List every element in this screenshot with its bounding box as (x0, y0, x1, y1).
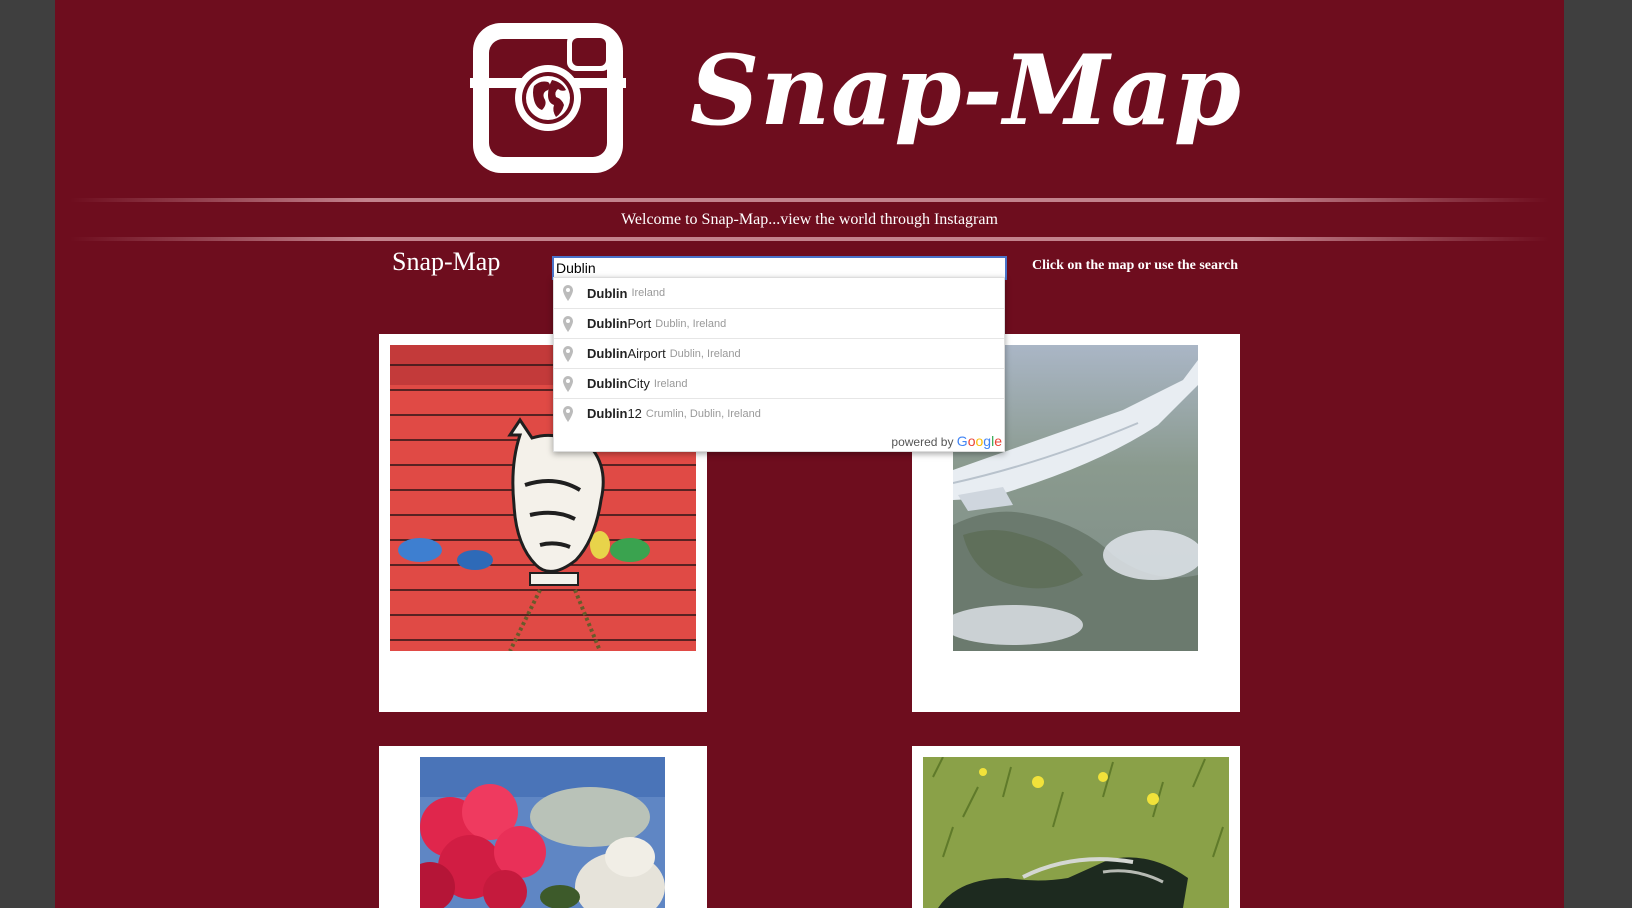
suggestion-item[interactable]: Dublin Airport Dublin, Ireland (554, 338, 1004, 368)
suggestion-item[interactable]: Dublin Ireland (554, 278, 1004, 308)
sunglasses-photo[interactable] (923, 757, 1229, 908)
suggestion-match: Dublin (587, 346, 628, 361)
google-logo: Google (956, 433, 1002, 449)
photo-card[interactable] (912, 746, 1240, 908)
autocomplete-dropdown: Dublin Ireland Dublin Port Dublin, Irela… (553, 277, 1005, 452)
location-pin-icon (563, 345, 573, 362)
suggestion-item[interactable]: Dublin City Ireland (554, 368, 1004, 398)
suggestion-match: Dublin (587, 406, 628, 421)
suggestion-match: Dublin (587, 285, 628, 301)
location-pin-icon (563, 375, 573, 392)
brand-title: Snap-Map (690, 34, 1242, 147)
suggestion-rest: Airport (627, 346, 666, 361)
search-hint: Click on the map or use the search (1032, 258, 1238, 273)
page-container: Snap-Map Welcome to Snap-Map...view the … (55, 0, 1564, 908)
suggestion-match: Dublin (587, 376, 628, 391)
suggestion-secondary: Crumlin, Dublin, Ireland (645, 407, 761, 420)
instagram-camera-globe-icon (470, 23, 626, 173)
suggestion-match: Dublin (587, 316, 628, 331)
location-pin-icon (563, 315, 573, 332)
suggestion-secondary: Dublin, Ireland (669, 347, 741, 360)
photo-card[interactable] (379, 746, 707, 908)
suggestion-rest: 12 (627, 406, 642, 421)
flowers-photo[interactable] (420, 757, 665, 908)
divider-bottom (70, 237, 1549, 241)
suggestion-secondary: Dublin, Ireland (655, 317, 727, 330)
powered-by-label: powered by (891, 435, 954, 449)
location-pin-icon (563, 285, 573, 301)
suggestion-item[interactable]: Dublin Port Dublin, Ireland (554, 308, 1004, 338)
suggestion-secondary: Ireland (631, 287, 666, 299)
section-title: Snap-Map (392, 247, 501, 276)
welcome-text: Welcome to Snap-Map...view the world thr… (621, 211, 998, 228)
suggestion-item[interactable]: Dublin 12 Crumlin, Dublin, Ireland (554, 398, 1004, 428)
location-pin-icon (563, 405, 573, 422)
suggestion-secondary: Ireland (653, 377, 688, 390)
suggestion-rest: Port (627, 316, 652, 331)
divider-top (70, 198, 1549, 202)
powered-by-google: powered by Google (891, 433, 1002, 449)
suggestion-rest: City (627, 376, 650, 391)
